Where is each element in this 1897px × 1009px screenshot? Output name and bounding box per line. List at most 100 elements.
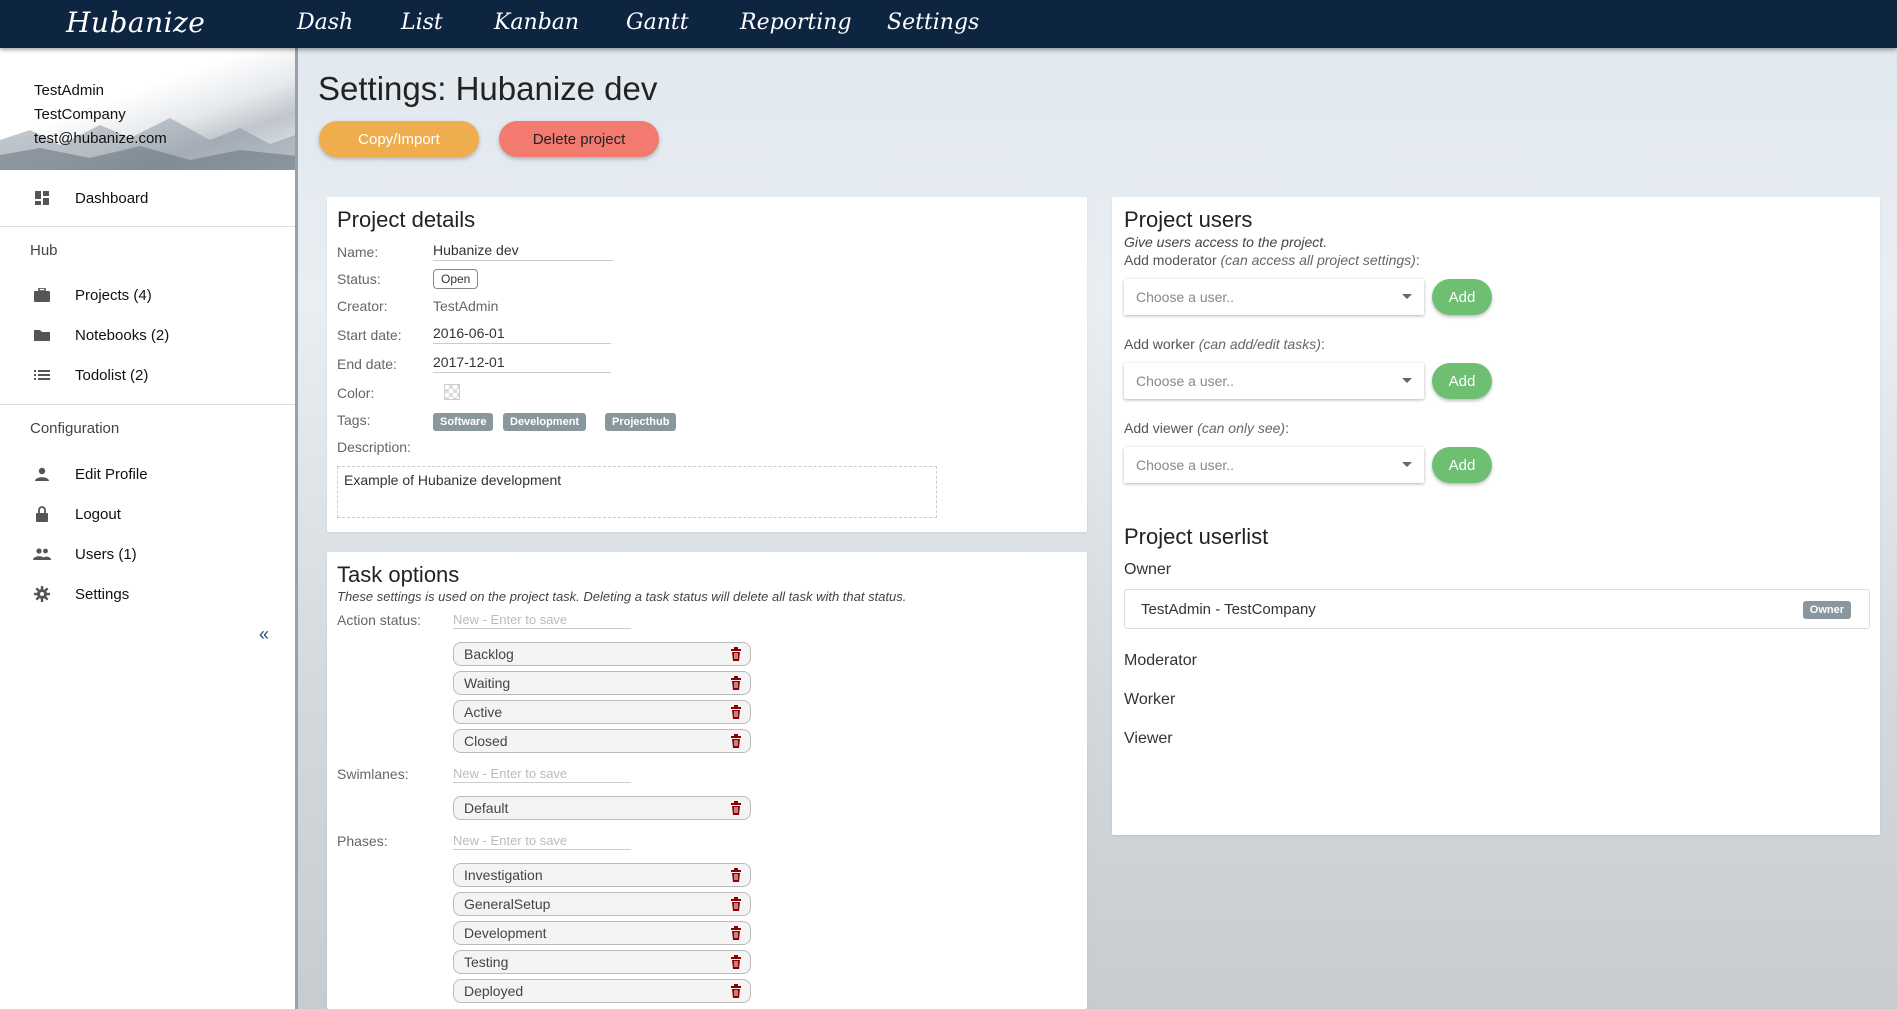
nav-list[interactable]: List	[401, 10, 443, 35]
sidebar-item-settings[interactable]: Settings	[0, 576, 295, 612]
add-moderator-label: Add moderator (can access all project se…	[1124, 252, 1420, 268]
sidebar-email: test@hubanize.com	[34, 130, 167, 147]
worker-heading: Worker	[1124, 691, 1176, 708]
delete-project-button[interactable]: Delete project	[499, 121, 659, 157]
nav-reporting[interactable]: Reporting	[740, 10, 852, 35]
description-textarea[interactable]: Example of Hubanize development	[337, 466, 937, 518]
sidebar-profile-header: TestAdmin TestCompany test@hubanize.com	[0, 48, 295, 170]
trash-icon[interactable]	[730, 647, 742, 661]
tag-chip[interactable]: Development	[503, 413, 587, 431]
action-status-label: Action status:	[337, 612, 422, 628]
task-options-heading: Task options	[337, 562, 460, 587]
task-options-note: These settings is used on the project ta…	[337, 589, 907, 604]
swimlanes-label: Swimlanes:	[337, 766, 409, 782]
list-icon	[32, 365, 52, 385]
status-badge[interactable]: Open	[433, 269, 479, 289]
trash-icon[interactable]	[730, 868, 742, 882]
name-field[interactable]: Hubanize dev	[433, 242, 613, 261]
worker-user-select[interactable]: Choose a user..	[1124, 363, 1424, 399]
phase-pill-label: GeneralSetup	[464, 896, 551, 912]
tag-chip[interactable]: Projecthub	[605, 413, 677, 431]
nav-gantt[interactable]: Gantt	[626, 10, 689, 35]
color-label: Color:	[337, 385, 375, 401]
project-details-heading: Project details	[337, 207, 476, 232]
status-pill-label: Waiting	[464, 675, 511, 691]
trash-icon[interactable]	[730, 926, 742, 940]
sidebar-item-projects[interactable]: Projects (4)	[0, 277, 295, 313]
project-details-card: Project details Name: Hubanize dev Statu…	[327, 197, 1087, 532]
trash-icon[interactable]	[730, 897, 742, 911]
sidebar-item-edit-profile[interactable]: Edit Profile	[0, 456, 295, 492]
color-picker-swatch[interactable]	[444, 384, 460, 400]
sidebar-item-logout[interactable]: Logout	[0, 496, 295, 532]
add-moderator-button[interactable]: Add	[1432, 279, 1492, 315]
sidebar-item-label: Settings	[75, 585, 130, 603]
trash-icon[interactable]	[730, 801, 742, 815]
trash-icon[interactable]	[730, 955, 742, 969]
main-content: Settings: Hubanize dev Copy/Import Delet…	[310, 62, 1885, 1009]
brand-logo[interactable]: Hubanize	[66, 6, 205, 39]
phase-pill-label: Investigation	[464, 867, 543, 883]
swimlane-pill-label: Default	[464, 800, 509, 816]
phase-pill: GeneralSetup	[453, 892, 751, 916]
nav-kanban[interactable]: Kanban	[494, 10, 579, 35]
add-worker-label: Add worker (can add/edit tasks):	[1124, 336, 1325, 352]
viewer-user-select[interactable]: Choose a user..	[1124, 447, 1424, 483]
end-date-field[interactable]: 2017-12-01	[433, 354, 611, 373]
trash-icon[interactable]	[730, 705, 742, 719]
gear-icon	[32, 584, 52, 604]
dashboard-icon	[32, 188, 52, 208]
add-worker-button[interactable]: Add	[1432, 363, 1492, 399]
status-pill: Active	[453, 700, 751, 724]
phase-pill: Testing	[453, 950, 751, 974]
project-users-subtitle: Give users access to the project.	[1124, 234, 1328, 250]
status-pill: Waiting	[453, 671, 751, 695]
moderator-heading: Moderator	[1124, 652, 1197, 669]
add-viewer-button[interactable]: Add	[1432, 447, 1492, 483]
owner-list-item[interactable]: TestAdmin - TestCompany Owner	[1124, 589, 1870, 629]
tags-label: Tags:	[337, 412, 371, 428]
sidebar-item-users[interactable]: Users (1)	[0, 536, 295, 572]
phases-label: Phases:	[337, 833, 388, 849]
sidebar-section-hub: Hub	[30, 242, 58, 259]
chevron-down-icon	[1402, 294, 1412, 299]
sidebar-item-label: Notebooks (2)	[75, 326, 170, 344]
viewer-heading: Viewer	[1124, 730, 1173, 747]
add-viewer-label: Add viewer (can only see):	[1124, 420, 1289, 436]
creator-label: Creator:	[337, 298, 388, 314]
top-navbar: Hubanize Dash List Kanban Gantt Reportin…	[0, 0, 1897, 48]
swimlanes-new-input[interactable]: New - Enter to save	[453, 766, 631, 783]
chevron-down-icon	[1402, 462, 1412, 467]
folder-icon	[32, 325, 52, 345]
sidebar-divider	[0, 226, 295, 227]
sidebar-section-configuration: Configuration	[30, 420, 120, 437]
moderator-user-select[interactable]: Choose a user..	[1124, 279, 1424, 315]
lock-icon	[32, 504, 52, 524]
status-pill-label: Backlog	[464, 646, 514, 662]
owner-badge: Owner	[1802, 601, 1851, 619]
trash-icon[interactable]	[730, 984, 742, 998]
nav-settings[interactable]: Settings	[887, 10, 979, 35]
trash-icon[interactable]	[730, 676, 742, 690]
phases-new-input[interactable]: New - Enter to save	[453, 833, 631, 850]
project-userlist-heading: Project userlist	[1124, 524, 1269, 549]
phase-pill-label: Development	[464, 925, 547, 941]
action-status-new-input[interactable]: New - Enter to save	[453, 612, 631, 629]
sidebar-item-notebooks[interactable]: Notebooks (2)	[0, 317, 295, 353]
status-pill: Backlog	[453, 642, 751, 666]
owner-heading: Owner	[1124, 561, 1172, 578]
phase-pill: Development	[453, 921, 751, 945]
chevron-down-icon	[1402, 378, 1412, 383]
phase-pill-label: Deployed	[464, 983, 524, 999]
start-date-field[interactable]: 2016-06-01	[433, 325, 611, 344]
nav-dash[interactable]: Dash	[297, 10, 353, 35]
copy-import-button[interactable]: Copy/Import	[319, 121, 479, 157]
sidebar-item-label: Todolist (2)	[75, 366, 149, 384]
phase-pill-label: Testing	[464, 954, 509, 970]
tag-chip[interactable]: Software	[433, 413, 494, 431]
trash-icon[interactable]	[730, 734, 742, 748]
sidebar-item-dashboard[interactable]: Dashboard	[0, 180, 295, 216]
sidebar: TestAdmin TestCompany test@hubanize.com …	[0, 48, 298, 1009]
collapse-sidebar-icon[interactable]: «	[259, 624, 269, 645]
sidebar-item-todolist[interactable]: Todolist (2)	[0, 357, 295, 393]
